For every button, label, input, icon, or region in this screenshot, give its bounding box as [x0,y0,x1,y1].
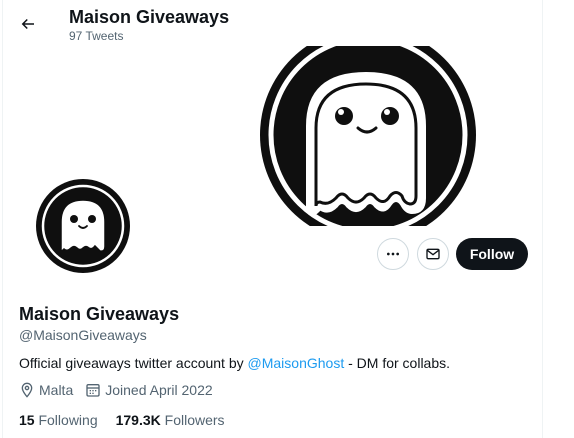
profile-page: Maison Giveaways 97 Tweets Follow Maison… [0,0,574,438]
header-title: Maison Giveaways [69,7,230,27]
followers-link[interactable]: 179.3K Followers [116,411,225,429]
profile-meta: Malta Joined April 2022 [19,381,213,399]
more-button[interactable] [377,238,409,270]
follow-button[interactable]: Follow [456,238,528,270]
followers-label: Followers [164,412,225,428]
bio-text-end: - DM for collabs. [344,355,451,371]
join-date-text: Joined April 2022 [105,382,213,398]
profile-banner[interactable] [256,46,480,226]
left-divider [2,0,3,438]
bio-text: Official giveaways twitter account by [19,355,248,371]
right-divider [542,0,543,438]
tweet-count: 97 Tweets [69,29,124,43]
follow-stats: 15 Following 179.3K Followers [19,411,225,429]
location-pin-icon [21,382,33,398]
following-link[interactable]: 15 Following [19,411,98,429]
join-date: Joined April 2022 [85,381,213,399]
arrow-left-icon [21,18,34,30]
avatar[interactable] [35,178,131,274]
user-handle: @MaisonGiveaways [19,327,147,343]
calendar-icon [86,384,100,397]
location-text: Malta [39,382,74,398]
location: Malta [19,381,73,399]
display-name: Maison Giveaways [19,304,180,324]
ghost-logo-avatar [36,179,130,273]
bio-mention-link[interactable]: @MaisonGhost [248,355,345,371]
message-button[interactable] [417,238,449,270]
ghost-logo-banner [260,46,476,226]
bio: Official giveaways twitter account by @M… [19,354,450,372]
following-label: Following [38,412,98,428]
envelope-icon [426,248,440,260]
more-dots-icon [387,252,399,256]
followers-count: 179.3K [115,412,161,428]
back-button[interactable] [12,8,44,40]
following-count: 15 [19,412,35,428]
